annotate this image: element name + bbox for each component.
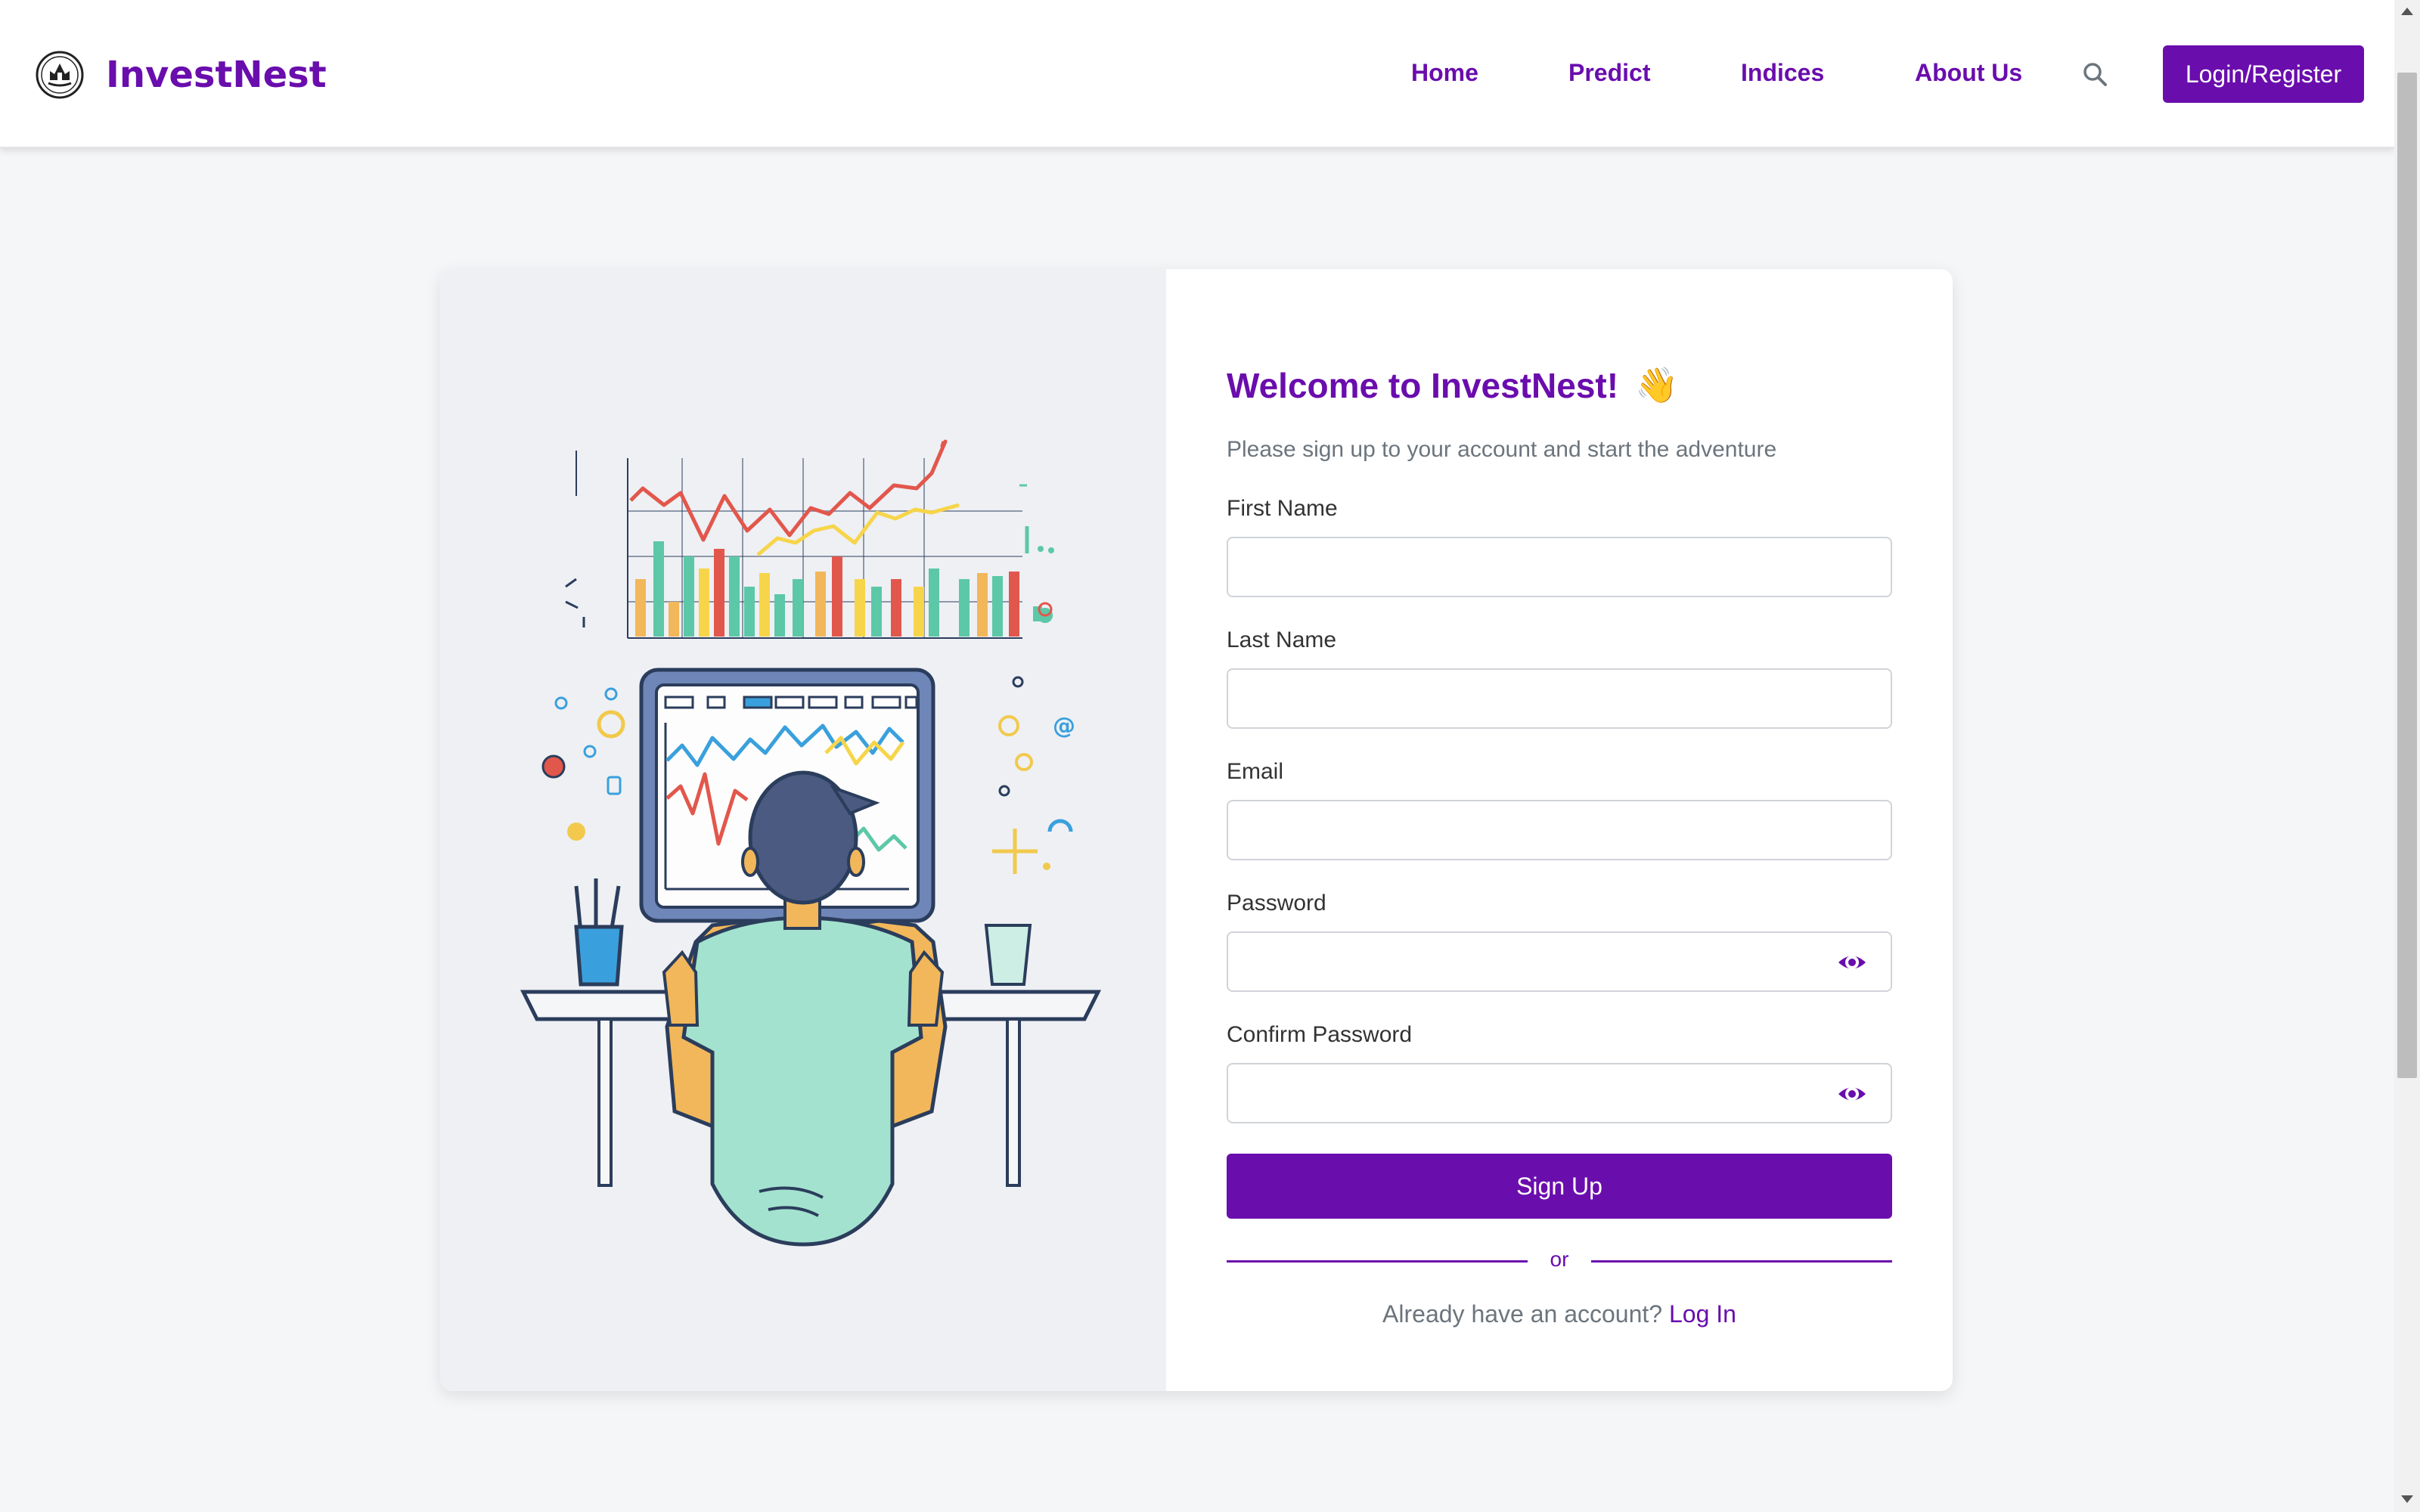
scroll-down-arrow-icon[interactable] <box>2401 1495 2413 1503</box>
illustration-panel: @ <box>440 269 1166 1391</box>
first-name-label: First Name <box>1227 496 1338 521</box>
page-scrollbar[interactable] <box>2394 0 2420 1512</box>
already-have-account-text: Already have an account? <box>1382 1300 1663 1328</box>
glass-graphic <box>984 924 1032 986</box>
welcome-title-text: Welcome to InvestNest! <box>1227 365 1619 405</box>
nav-link-about-us[interactable]: About Us <box>1915 59 2022 87</box>
nav-link-predict[interactable]: Predict <box>1568 59 1650 87</box>
password-label: Password <box>1227 891 1326 916</box>
divider-line-right <box>1591 1260 1892 1263</box>
welcome-title: Welcome to InvestNest! 👋 <box>1227 364 1678 406</box>
last-name-field[interactable] <box>1227 668 1892 729</box>
email-label: Email <box>1227 759 1284 784</box>
first-name-field[interactable] <box>1227 537 1892 597</box>
scroll-up-arrow-icon[interactable] <box>2401 8 2413 15</box>
scroll-thumb[interactable] <box>2397 73 2417 1078</box>
password-field[interactable] <box>1227 931 1892 992</box>
nav-link-indices[interactable]: Indices <box>1741 59 1824 87</box>
brand[interactable]: InvestNest <box>35 50 327 100</box>
signup-card: @ Welcome to InvestNest! 👋 Please sign u… <box>440 269 1953 1391</box>
already-have-account: Already have an account? Log In <box>1227 1300 1892 1328</box>
waving-hand-emoji: 👋 <box>1635 365 1679 404</box>
confirm-password-visibility-eye-icon[interactable] <box>1836 1078 1868 1110</box>
confirm-password-field[interactable] <box>1227 1063 1892 1123</box>
password-visibility-eye-icon[interactable] <box>1836 947 1868 978</box>
search-icon[interactable] <box>2081 60 2108 88</box>
brand-name: InvestNest <box>106 54 327 96</box>
confirm-password-label: Confirm Password <box>1227 1022 1413 1047</box>
brand-logo-icon <box>36 51 84 99</box>
divider-or: or <box>1550 1247 1569 1271</box>
trader-illustration: @ <box>520 439 1102 1247</box>
log-in-link[interactable]: Log In <box>1669 1300 1736 1328</box>
navbar: InvestNest Home Predict Indices About Us… <box>0 0 2394 148</box>
login-register-button[interactable]: Login/Register <box>2163 45 2364 103</box>
signup-form-panel: Welcome to InvestNest! 👋 Please sign up … <box>1227 269 1892 1391</box>
svg-text:@: @ <box>1053 713 1075 739</box>
divider-line-left <box>1227 1260 1528 1263</box>
pencil-cup-graphic <box>574 878 624 987</box>
last-name-label: Last Name <box>1227 627 1337 652</box>
email-field[interactable] <box>1227 800 1892 860</box>
background-chart-graphic <box>576 439 1022 639</box>
nav-link-home[interactable]: Home <box>1411 59 1478 87</box>
sign-up-button[interactable]: Sign Up <box>1227 1154 1892 1219</box>
signup-subtitle: Please sign up to your account and start… <box>1227 437 1777 462</box>
